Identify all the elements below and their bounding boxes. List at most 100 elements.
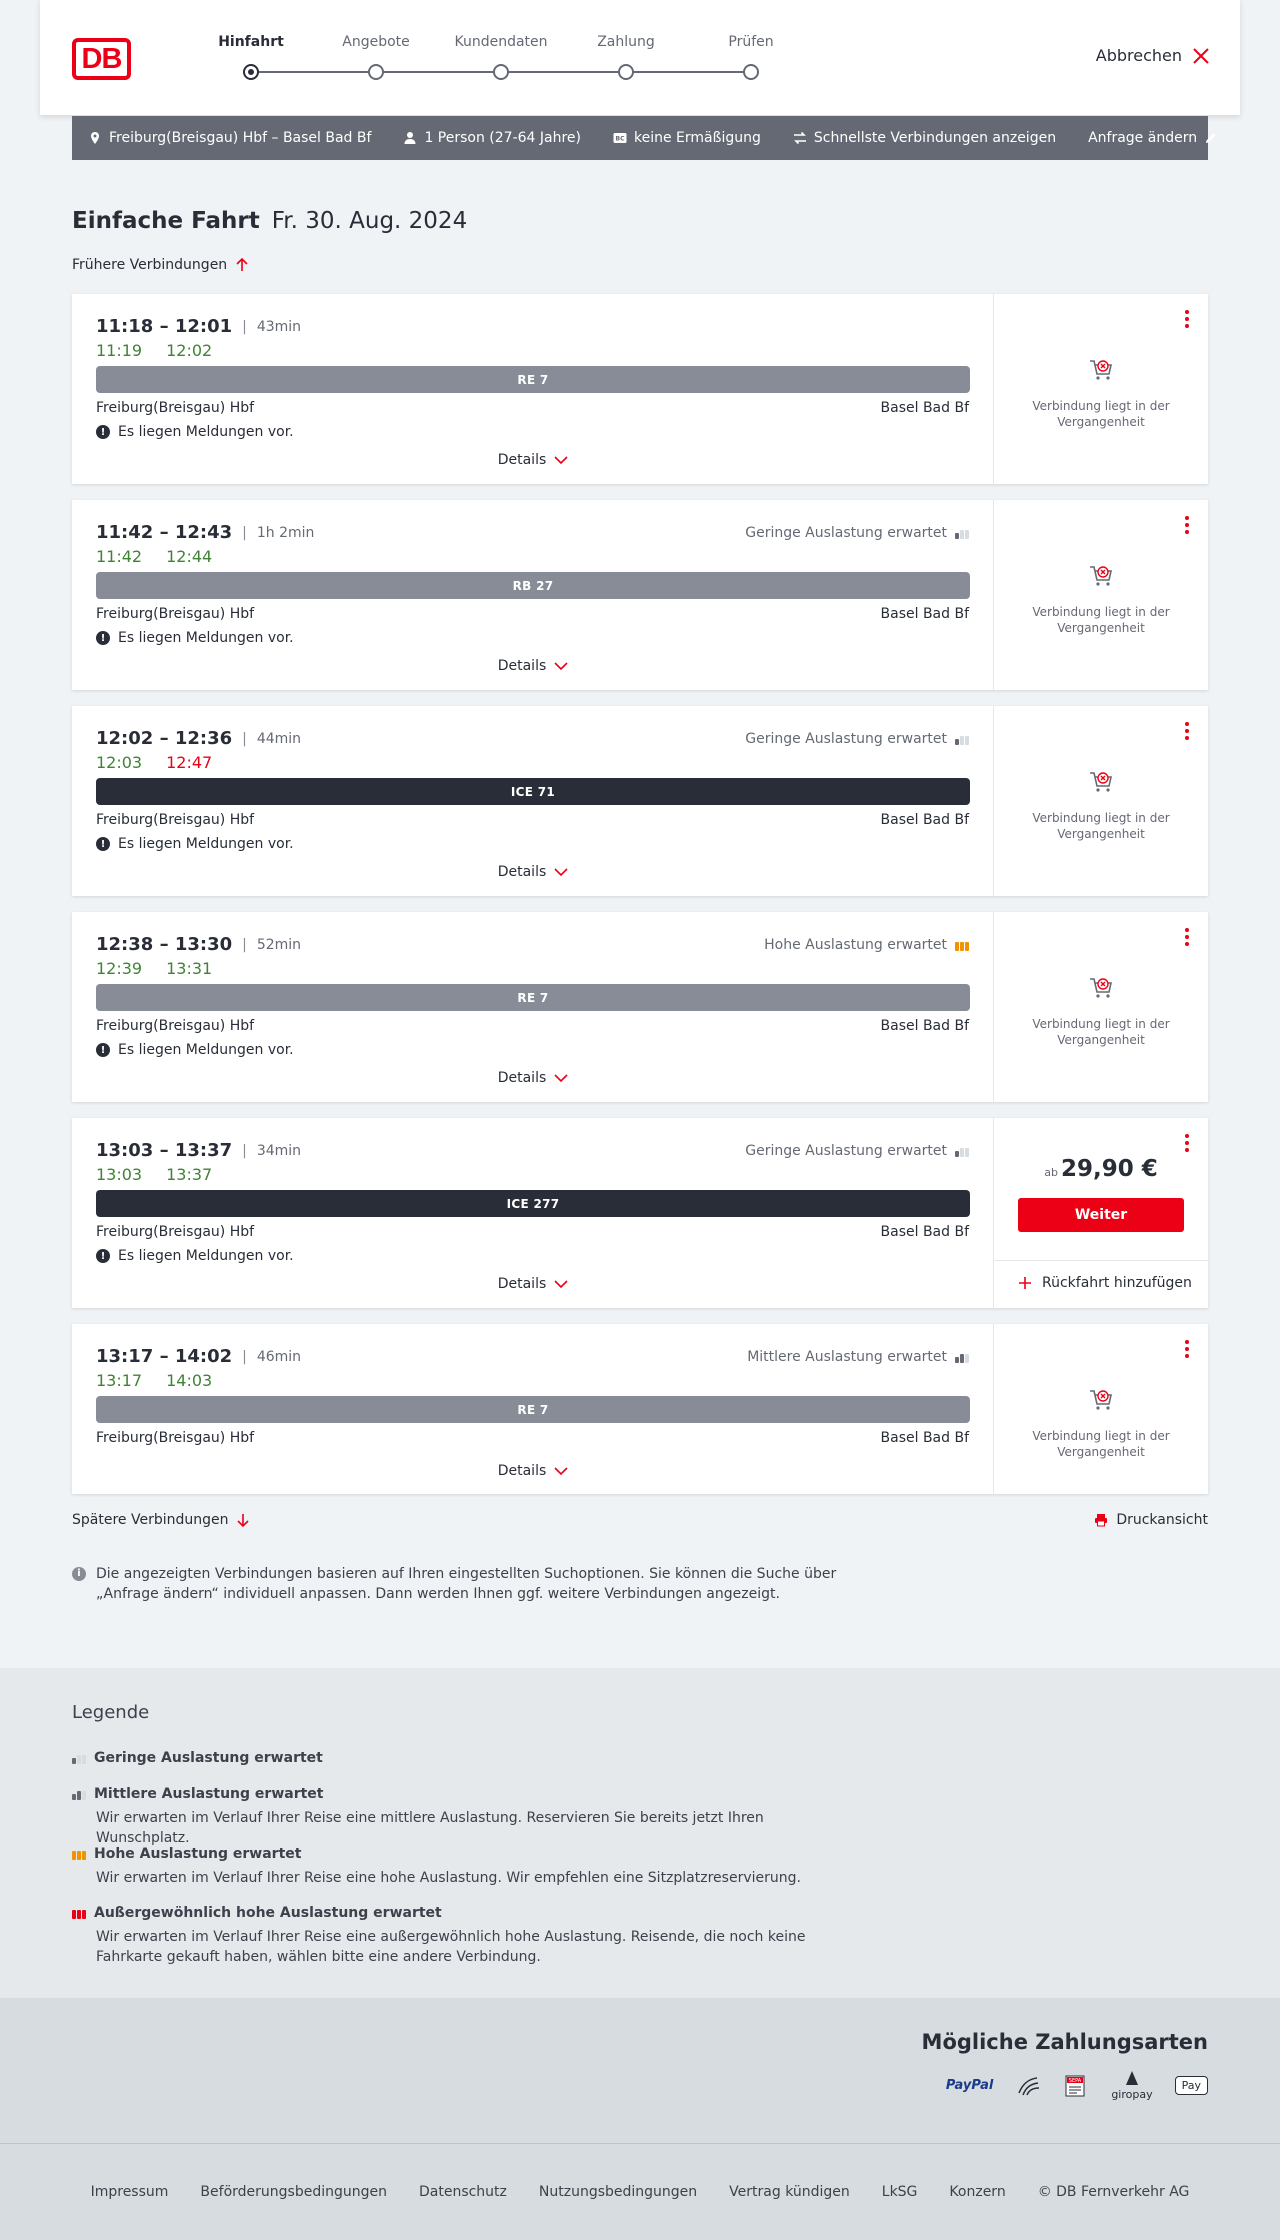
details-toggle[interactable]: Details	[72, 1070, 994, 1086]
realtime-arrival: 12:44	[166, 547, 213, 566]
fastest-connections-toggle[interactable]: Schnellste Verbindungen anzeigen	[793, 130, 1056, 146]
footer-link-impressum[interactable]: Impressum	[91, 2184, 169, 2200]
payment-methods: PayPal SEPA giropay Pay	[946, 2070, 1208, 2101]
scheduled-times: 13:17 – 14:02 | 46min	[96, 1346, 302, 1367]
duration: 46min	[256, 1348, 302, 1365]
footer: Impressum Beförderungsbedingungen Datens…	[0, 2144, 1280, 2240]
separator: |	[242, 1142, 247, 1159]
scheduled-times: 12:38 – 13:30 | 52min	[96, 934, 302, 955]
continue-button[interactable]: Weiter	[1018, 1198, 1184, 1232]
apple-pay-icon: Pay	[1174, 2076, 1208, 2095]
arrival-station: Basel Bad Bf	[880, 812, 969, 828]
swap-arrows-icon	[793, 131, 806, 145]
legend-title: Legende	[72, 1702, 150, 1723]
more-options-icon[interactable]	[1184, 928, 1190, 946]
details-toggle[interactable]: Details	[72, 1276, 994, 1292]
connection-card[interactable]: 11:42 – 12:43 | 1h 2min 11:42 12:44 Geringe A…	[72, 500, 1208, 690]
realtime-times: 13:17 14:03	[96, 1371, 212, 1390]
more-options-icon[interactable]	[1184, 310, 1190, 328]
past-connection-note: Verbindung liegt in der Vergangenheit	[994, 562, 1208, 636]
departure-station: Freiburg(Breisgau) Hbf	[96, 606, 255, 622]
duration: 44min	[256, 730, 302, 747]
offer-box: ab 29,90 € Weiter	[994, 1118, 1208, 1261]
footer-link-vertrag-kuendigen[interactable]: Vertrag kündigen	[729, 2184, 850, 2200]
realtime-times: 11:19 12:02	[96, 341, 212, 360]
footer-link-datenschutz[interactable]: Datenschutz	[419, 2184, 507, 2200]
location-pin-icon	[91, 132, 99, 144]
train-bar[interactable]: RE 7	[96, 984, 970, 1011]
more-options-icon[interactable]	[1184, 722, 1190, 740]
person-icon	[404, 132, 416, 144]
footer-link-nutzungsbedingungen[interactable]: Nutzungsbedingungen	[539, 2184, 697, 2200]
realtime-times: 11:42 12:44	[96, 547, 212, 566]
train-bar[interactable]: RB 27	[96, 572, 970, 599]
svg-text:BC: BC	[616, 136, 626, 143]
details-toggle[interactable]: Details	[72, 658, 994, 674]
alert-icon: !	[96, 1043, 110, 1057]
cart-unavailable-icon	[1090, 566, 1112, 586]
train-bar[interactable]: ICE 71	[96, 778, 970, 805]
add-return-button[interactable]: Rückfahrt hinzufügen	[1018, 1275, 1192, 1291]
progress-steps: Hinfahrt Angebote Kundendaten Zahlung Prüfen	[210, 34, 774, 84]
connection-info: 12:02 – 12:36 | 44min 12:03 12:47 Geringe Aus…	[72, 706, 994, 896]
step-dot-0	[243, 64, 259, 80]
scheduled-times: 11:42 – 12:43 | 1h 2min	[96, 522, 315, 543]
details-toggle[interactable]: Details	[72, 452, 994, 468]
arrival-station: Basel Bad Bf	[880, 400, 969, 416]
cart-unavailable-icon	[1090, 360, 1112, 380]
train-bar[interactable]: ICE 277	[96, 1190, 970, 1217]
header: DB Hinfahrt Angebote Kundendaten Zahlung Prü…	[40, 0, 1240, 115]
footer-link-konzern[interactable]: Konzern	[949, 2184, 1005, 2200]
occupancy-icon	[955, 1351, 969, 1363]
occupancy-icon	[955, 733, 969, 745]
occupancy-low-icon	[72, 1752, 86, 1764]
step-label-3: Zahlung	[597, 34, 655, 50]
duration: 52min	[256, 936, 302, 953]
cancel-button[interactable]: Abbrechen	[1096, 46, 1210, 65]
offer-panel: Verbindung liegt in der Vergangenheit	[994, 294, 1208, 484]
past-connection-note: Verbindung liegt in der Vergangenheit	[994, 974, 1208, 1048]
train-bar[interactable]: RE 7	[96, 366, 970, 393]
sepa-icon: SEPA	[1063, 2074, 1089, 2098]
passenger-summary: 1 Person (27-64 Jahre)	[403, 130, 581, 146]
realtime-departure: 13:17	[96, 1371, 143, 1390]
close-icon	[1193, 47, 1209, 64]
occupancy-extreme-icon	[72, 1907, 86, 1919]
more-options-icon[interactable]	[1184, 1340, 1190, 1358]
cart-unavailable-icon	[1090, 1390, 1112, 1410]
step-label-1: Angebote	[342, 34, 410, 50]
arrow-down-icon	[237, 1514, 250, 1527]
connection-info: 13:17 – 14:02 | 46min 13:17 14:03 Mittlere Au…	[72, 1324, 994, 1494]
change-request-button[interactable]: Anfrage ändern	[1088, 130, 1218, 146]
more-options-icon[interactable]	[1184, 516, 1190, 534]
db-logo[interactable]: DB	[72, 38, 131, 80]
connection-card[interactable]: 12:02 – 12:36 | 44min 12:03 12:47 Geringe Aus…	[72, 706, 1208, 896]
step-dot-2	[493, 64, 509, 80]
realtime-times: 12:03 12:47	[96, 753, 212, 772]
price: ab 29,90 €	[1044, 1156, 1158, 1182]
offer-panel: ab 29,90 € Weiter Rückfahrt hinzufügen	[994, 1118, 1208, 1308]
earlier-connections-link[interactable]: Frühere Verbindungen	[72, 257, 249, 273]
step-dot-4	[743, 64, 759, 80]
arrival-station: Basel Bad Bf	[880, 1224, 969, 1240]
footer-link-lksg[interactable]: LkSG	[882, 2184, 918, 2200]
later-connections-link[interactable]: Spätere Verbindungen	[72, 1512, 250, 1528]
train-bar[interactable]: RE 7	[96, 1396, 970, 1423]
footer-link-befoerderungsbedingungen[interactable]: Beförderungsbedingungen	[200, 2184, 387, 2200]
trip-type: Einfache Fahrt	[72, 208, 260, 234]
connection-card[interactable]: 13:17 – 14:02 | 46min 13:17 14:03 Mittlere Au…	[72, 1324, 1208, 1494]
occupancy-high-icon	[72, 1848, 86, 1860]
legend-item-extreme: Außergewöhnlich hohe Auslastung erwartet…	[72, 1905, 836, 1967]
connection-card[interactable]: 13:03 – 13:37 | 34min 13:03 13:37 Geringe Aus…	[72, 1118, 1208, 1308]
connection-card[interactable]: 11:18 – 12:01 | 43min 11:19 12:02 RE 7 Freibur…	[72, 294, 1208, 484]
chevron-down-icon	[554, 1280, 568, 1289]
connection-info: 12:38 – 13:30 | 52min 12:39 13:31 Hohe Auslas…	[72, 912, 994, 1102]
separator: |	[242, 936, 247, 953]
details-toggle[interactable]: Details	[72, 1463, 994, 1479]
duration: 43min	[256, 318, 302, 335]
print-view-link[interactable]: Druckansicht	[1094, 1512, 1208, 1528]
connection-card[interactable]: 12:38 – 13:30 | 52min 12:39 13:31 Hohe Auslas…	[72, 912, 1208, 1102]
connection-info: 13:03 – 13:37 | 34min 13:03 13:37 Geringe Aus…	[72, 1118, 994, 1308]
scheduled-times: 12:02 – 12:36 | 44min	[96, 728, 302, 749]
details-toggle[interactable]: Details	[72, 864, 994, 880]
